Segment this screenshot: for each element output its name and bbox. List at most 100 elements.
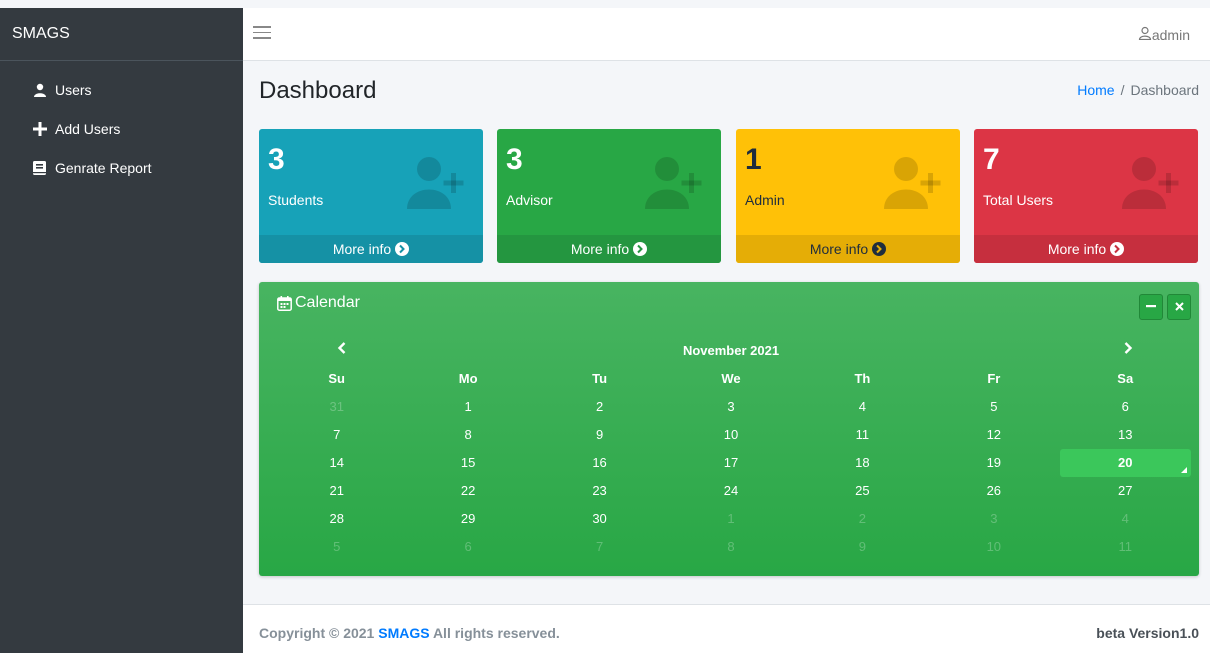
menu-toggle-icon[interactable] — [253, 26, 271, 40]
calendar-day[interactable]: 7 — [271, 421, 402, 449]
more-info-label: More info — [332, 241, 392, 257]
week-row: 14 15 16 17 18 19 20 — [271, 449, 1191, 477]
advisor-label: Advisor — [506, 192, 553, 208]
arrow-circle-right-icon — [872, 242, 887, 256]
calendar-header: November 2021 — [271, 340, 1191, 364]
admin-more-info-link[interactable]: More info — [736, 235, 960, 263]
weekday-label: Th — [854, 371, 871, 386]
advisor-more-info-link[interactable]: More info — [497, 235, 721, 263]
calendar-day[interactable]: 25 — [797, 477, 928, 505]
sidebar-item-label: Add Users — [55, 120, 121, 137]
sidebar-item-label: Users — [55, 81, 92, 98]
arrow-circle-right-icon — [1110, 242, 1125, 256]
remove-button[interactable] — [1167, 294, 1191, 320]
calendar-title-text: Calendar — [295, 294, 360, 311]
footer-brand-link[interactable]: SMAGS — [378, 625, 429, 641]
calendar-day[interactable]: 29 — [402, 505, 533, 533]
advisor-box: 3 Advisor More info — [497, 129, 721, 263]
calendar-day[interactable]: 28 — [271, 505, 402, 533]
calendar-day[interactable]: 16 — [534, 449, 665, 477]
calendar-grid: Su Mo Tu We Th Fr Sa 31 1 2 3 4 5 6 7 8 … — [271, 365, 1191, 561]
calendar-day-other-month[interactable]: 2 — [797, 505, 928, 533]
weekday-label: We — [721, 371, 741, 386]
book-icon — [33, 160, 55, 175]
sidebar-item-label: Genrate Report — [55, 159, 152, 176]
sidebar: SMAGS Users Add Users Genrate Report — [0, 8, 243, 653]
total-users-more-info-link[interactable]: More info — [974, 235, 1198, 263]
total-users-count: 7 — [983, 143, 1000, 176]
arrow-circle-right-icon — [395, 242, 410, 256]
minus-icon — [1146, 298, 1156, 316]
calendar-day[interactable]: 8 — [402, 421, 533, 449]
user-plus-icon — [645, 155, 705, 214]
copyright-prefix: Copyright © 2021 — [259, 625, 379, 641]
calendar-day-other-month[interactable]: 4 — [1060, 505, 1191, 533]
breadcrumb-separator: / — [1120, 82, 1125, 98]
total-users-box: 7 Total Users More info — [974, 129, 1198, 263]
calendar-day-other-month[interactable]: 11 — [1060, 533, 1191, 561]
copyright-suffix: All rights reserved. — [429, 625, 560, 641]
weekday-label: Su — [328, 371, 346, 386]
admin-box: 1 Admin More info — [736, 129, 960, 263]
students-more-info-link[interactable]: More info — [259, 235, 483, 263]
week-row: 7 8 9 10 11 12 13 — [271, 421, 1191, 449]
calendar-day[interactable]: 27 — [1060, 477, 1191, 505]
students-count: 3 — [268, 143, 285, 176]
calendar-day[interactable]: 18 — [797, 449, 928, 477]
calendar-day-other-month[interactable]: 3 — [928, 505, 1059, 533]
month-label[interactable]: November 2021 — [271, 343, 1191, 358]
calendar-day[interactable]: 3 — [665, 393, 796, 421]
calendar-day[interactable]: 19 — [928, 449, 1059, 477]
calendar-day[interactable]: 22 — [402, 477, 533, 505]
breadcrumb-current: Dashboard — [1130, 82, 1200, 98]
admin-label: Admin — [745, 192, 785, 208]
user-name: admin — [1151, 26, 1190, 43]
collapse-button[interactable] — [1139, 294, 1163, 320]
calendar-day[interactable]: 1 — [402, 393, 533, 421]
calendar-day[interactable]: 14 — [271, 449, 402, 477]
copyright-text: Copyright © 2021 SMAGS All rights reserv… — [259, 625, 560, 641]
more-info-label: More info — [570, 241, 630, 257]
calendar-day[interactable]: 13 — [1060, 421, 1191, 449]
calendar-day[interactable]: 11 — [797, 421, 928, 449]
version-label: beta Version1.0 — [1096, 625, 1199, 641]
calendar-day-other-month[interactable]: 8 — [665, 533, 796, 561]
chevron-right-icon[interactable] — [1123, 342, 1133, 357]
calendar-day[interactable]: 30 — [534, 505, 665, 533]
students-label: Students — [268, 192, 324, 208]
total-users-label: Total Users — [983, 192, 1054, 208]
arrow-circle-right-icon — [633, 242, 648, 256]
calendar-day-other-month[interactable]: 7 — [534, 533, 665, 561]
calendar-day[interactable]: 4 — [797, 393, 928, 421]
brand-link[interactable]: SMAGS — [0, 8, 243, 61]
calendar-day[interactable]: 12 — [928, 421, 1059, 449]
calendar-day-other-month[interactable]: 10 — [928, 533, 1059, 561]
close-icon — [1174, 298, 1184, 316]
calendar-day[interactable]: 5 — [928, 393, 1059, 421]
sidebar-item-add-users[interactable]: Add Users — [0, 109, 243, 148]
user-menu-link[interactable]: admin — [1138, 26, 1190, 43]
sidebar-nav: Users Add Users Genrate Report — [0, 61, 243, 187]
breadcrumb: Home / Dashboard — [1077, 82, 1199, 98]
calendar-day[interactable]: 24 — [665, 477, 796, 505]
calendar-day-other-month[interactable]: 31 — [271, 393, 402, 421]
sidebar-item-genrate-report[interactable]: Genrate Report — [0, 148, 243, 187]
calendar-day-other-month[interactable]: 9 — [797, 533, 928, 561]
calendar-day-other-month[interactable]: 5 — [271, 533, 402, 561]
calendar-day-selected[interactable]: 20 — [1059, 449, 1191, 477]
calendar-day[interactable]: 2 — [534, 393, 665, 421]
calendar-day[interactable]: 23 — [534, 477, 665, 505]
calendar-day[interactable]: 17 — [665, 449, 796, 477]
more-info-label: More info — [1047, 241, 1107, 257]
plus-icon — [33, 121, 55, 136]
sidebar-item-users[interactable]: Users — [0, 70, 243, 109]
breadcrumb-home-link[interactable]: Home — [1077, 82, 1114, 98]
calendar-day[interactable]: 15 — [402, 449, 533, 477]
calendar-day[interactable]: 9 — [534, 421, 665, 449]
calendar-day[interactable]: 21 — [271, 477, 402, 505]
calendar-day-other-month[interactable]: 1 — [665, 505, 796, 533]
calendar-day[interactable]: 10 — [665, 421, 796, 449]
calendar-day[interactable]: 26 — [928, 477, 1059, 505]
calendar-day-other-month[interactable]: 6 — [402, 533, 533, 561]
calendar-day[interactable]: 6 — [1060, 393, 1191, 421]
